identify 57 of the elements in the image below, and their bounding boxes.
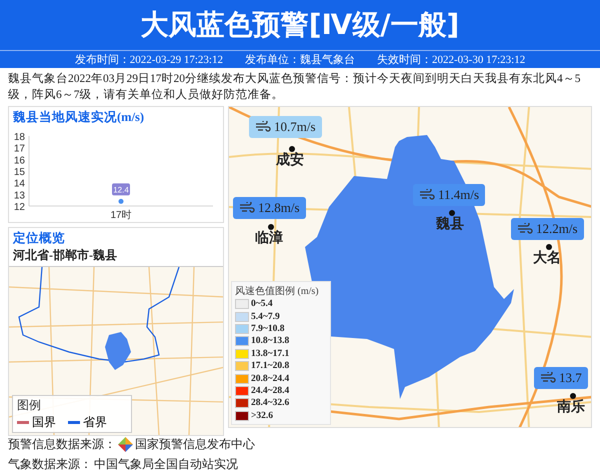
legend-label: 省界 (83, 414, 107, 431)
diamond-logo-icon (118, 436, 133, 452)
source-value: 国家预警信息发布中心 (135, 436, 255, 452)
legend-title: 风速色值图例 (m/s) (235, 284, 320, 298)
legend-label: 20.8~24.4 (251, 374, 290, 384)
wind-icon (239, 202, 255, 214)
meta-text: 发布时间：2022-03-29 17:23:12 (74, 53, 223, 67)
wind-reading: 10.7m/s (249, 116, 322, 138)
city-dot (289, 146, 295, 152)
region-path: 河北省-邯郸市-魏县 (12, 247, 118, 264)
legend-label: 5.4~7.9 (251, 312, 280, 322)
legend-title: 图例 (17, 397, 42, 414)
legend-label: 0~5.4 (251, 299, 273, 310)
y-tick-label: 15 (14, 167, 25, 178)
y-tick-label: 17 (14, 144, 25, 155)
value-label: 12.4 (112, 183, 130, 196)
source-value: 中国气象局全国自动站实况 (94, 456, 238, 471)
legend-label: >32.6 (251, 410, 274, 421)
city-name: 南乐 (557, 398, 585, 416)
wind-reading: 13.7 (534, 367, 588, 389)
city-name: 大名 (533, 249, 561, 267)
legend-label: 17.1~20.8 (251, 361, 290, 372)
wind-icon (255, 121, 271, 133)
panel-title: 魏县当地风速实况(m/s) (12, 109, 146, 126)
y-tick-label: 18 (14, 132, 25, 143)
y-tick-label: 12 (14, 202, 25, 213)
county-area (105, 332, 131, 370)
city-dot (268, 224, 274, 230)
wind-icon (540, 372, 556, 384)
panel-title: 定位概览 (12, 230, 66, 247)
city-name: 临漳 (255, 229, 283, 247)
legend-label: 28.4~32.6 (251, 398, 290, 408)
y-tick-label: 13 (14, 190, 25, 202)
wind-reading: 12.2m/s (511, 218, 584, 240)
legend-label: 国界 (32, 414, 56, 431)
y-tick-label: 14 (14, 178, 25, 190)
x-tick-label: 17时 (110, 210, 132, 221)
city-name: 魏县 (436, 215, 464, 233)
legend-label: 10.8~13.8 (251, 336, 290, 346)
data-point (118, 198, 124, 204)
wind-reading: 12.8m/s (233, 197, 306, 219)
legend-label: 7.9~10.8 (251, 324, 284, 334)
warning-title: 大风蓝色预警[Ⅳ级/一般] (140, 7, 460, 43)
wind-icon (517, 223, 533, 235)
y-tick-label: 16 (14, 155, 25, 166)
wind-icon (419, 189, 435, 201)
city-dot (546, 244, 552, 250)
legend-label: 24.4~28.4 (251, 386, 290, 396)
meta-text: 失效时间：2022-03-30 17:23:12 (377, 53, 526, 67)
meta-text: 发布单位：魏县气象台 (245, 53, 355, 67)
source-label: 预警信息数据来源： (8, 436, 116, 452)
legend-label: 13.8~17.1 (251, 348, 290, 359)
warning-description: 魏县气象台2022年03月29日17时20分继续发布大风蓝色预警信号：预计今天夜间到明天白天我县有东北风4～5级，阵风6～7级，请有关单位和人员做好防范准备。 (8, 71, 582, 103)
wind-reading: 11.4m/s (413, 184, 486, 206)
source-label: 气象数据来源： (8, 456, 92, 471)
city-name: 成安 (276, 151, 304, 169)
city-dot (570, 393, 576, 399)
